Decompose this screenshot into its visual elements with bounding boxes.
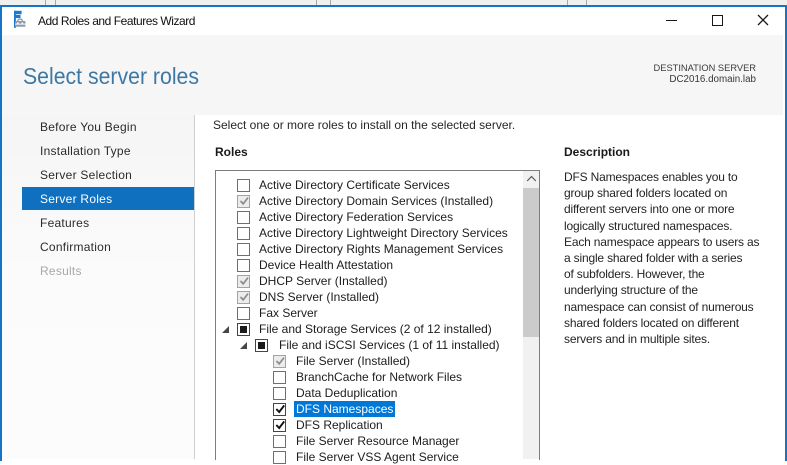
svg-text:Select server roles: Select server roles [23,63,199,89]
